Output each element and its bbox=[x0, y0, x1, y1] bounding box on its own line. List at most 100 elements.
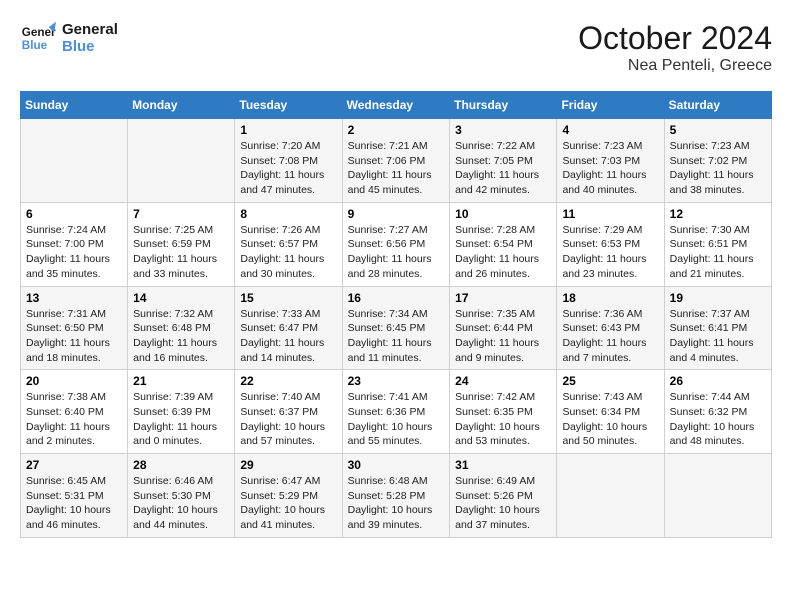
calendar-cell: 22 Sunrise: 7:40 AMSunset: 6:37 PMDayligh… bbox=[235, 370, 342, 454]
calendar-cell: 19 Sunrise: 7:37 AMSunset: 6:41 PMDayligh… bbox=[664, 286, 771, 370]
calendar-cell: 8 Sunrise: 7:26 AMSunset: 6:57 PMDaylight… bbox=[235, 202, 342, 286]
day-number: 24 bbox=[455, 374, 551, 388]
day-number: 3 bbox=[455, 123, 551, 137]
calendar-table: SundayMondayTuesdayWednesdayThursdayFrid… bbox=[20, 91, 772, 538]
day-number: 6 bbox=[26, 207, 122, 221]
day-info: Sunrise: 7:28 AMSunset: 6:54 PMDaylight:… bbox=[455, 223, 551, 282]
calendar-cell: 16Sunrise: 7:34 AMSunset: 6:45 PMDayligh… bbox=[342, 286, 450, 370]
calendar-cell bbox=[557, 454, 664, 538]
day-number: 11 bbox=[562, 207, 658, 221]
day-info: Sunrise: 7:25 AMSunset: 6:59 PMDaylight:… bbox=[133, 223, 229, 282]
calendar-cell bbox=[21, 119, 128, 203]
day-info: Sunrise: 7:36 AMSunset: 6:43 PMDaylight:… bbox=[562, 307, 658, 366]
day-number: 27 bbox=[26, 458, 122, 472]
day-info: Sunrise: 7:43 AMSunset: 6:34 PMDaylight:… bbox=[562, 390, 658, 449]
logo-text-line1: General bbox=[62, 21, 118, 38]
day-number: 20 bbox=[26, 374, 122, 388]
calendar-cell: 5Sunrise: 7:23 AMSunset: 7:02 PMDaylight… bbox=[664, 119, 771, 203]
day-info: Sunrise: 7:44 AMSunset: 6:32 PMDaylight:… bbox=[670, 390, 766, 449]
calendar-cell: 26 Sunrise: 7:44 AMSunset: 6:32 PMDayligh… bbox=[664, 370, 771, 454]
day-number: 13 bbox=[26, 291, 122, 305]
weekday-header: Thursday bbox=[450, 92, 557, 119]
logo: General Blue General Blue bbox=[20, 20, 118, 56]
day-info: Sunrise: 7:20 AMSunset: 7:08 PMDaylight:… bbox=[240, 139, 336, 198]
weekday-header: Tuesday bbox=[235, 92, 342, 119]
day-info: Sunrise: 7:40 AMSunset: 6:37 PMDaylight:… bbox=[240, 390, 336, 449]
day-info: Sunrise: 6:46 AMSunset: 5:30 PMDaylight:… bbox=[133, 474, 229, 533]
day-number: 22 bbox=[240, 374, 336, 388]
day-number: 9 bbox=[348, 207, 445, 221]
day-info: Sunrise: 6:48 AMSunset: 5:28 PMDaylight:… bbox=[348, 474, 445, 533]
weekday-header: Saturday bbox=[664, 92, 771, 119]
calendar-cell: 15 Sunrise: 7:33 AMSunset: 6:47 PMDayligh… bbox=[235, 286, 342, 370]
logo-icon: General Blue bbox=[20, 20, 56, 56]
day-info: Sunrise: 7:32 AMSunset: 6:48 PMDaylight:… bbox=[133, 307, 229, 366]
day-number: 8 bbox=[240, 207, 336, 221]
calendar-cell: 27 Sunrise: 6:45 AMSunset: 5:31 PMDayligh… bbox=[21, 454, 128, 538]
calendar-cell: 29Sunrise: 6:47 AMSunset: 5:29 PMDayligh… bbox=[235, 454, 342, 538]
day-number: 26 bbox=[670, 374, 766, 388]
calendar-cell: 6Sunrise: 7:24 AMSunset: 7:00 PMDaylight… bbox=[21, 202, 128, 286]
weekday-header: Monday bbox=[128, 92, 235, 119]
calendar-cell: 18 Sunrise: 7:36 AMSunset: 6:43 PMDayligh… bbox=[557, 286, 664, 370]
day-info: Sunrise: 6:45 AMSunset: 5:31 PMDaylight:… bbox=[26, 474, 122, 533]
calendar-week-row: 27 Sunrise: 6:45 AMSunset: 5:31 PMDayligh… bbox=[21, 454, 772, 538]
day-number: 2 bbox=[348, 123, 445, 137]
day-info: Sunrise: 7:21 AMSunset: 7:06 PMDaylight:… bbox=[348, 139, 445, 198]
day-number: 14 bbox=[133, 291, 229, 305]
day-number: 15 bbox=[240, 291, 336, 305]
day-number: 23 bbox=[348, 374, 445, 388]
calendar-cell: 11 Sunrise: 7:29 AMSunset: 6:53 PMDayligh… bbox=[557, 202, 664, 286]
calendar-cell: 20 Sunrise: 7:38 AMSunset: 6:40 PMDayligh… bbox=[21, 370, 128, 454]
day-info: Sunrise: 6:49 AMSunset: 5:26 PMDaylight:… bbox=[455, 474, 551, 533]
calendar-cell: 4Sunrise: 7:23 AMSunset: 7:03 PMDaylight… bbox=[557, 119, 664, 203]
day-number: 7 bbox=[133, 207, 229, 221]
location: Nea Penteli, Greece bbox=[578, 57, 772, 75]
svg-text:Blue: Blue bbox=[22, 39, 48, 52]
day-number: 25 bbox=[562, 374, 658, 388]
day-number: 4 bbox=[562, 123, 658, 137]
calendar-week-row: 1 Sunrise: 7:20 AMSunset: 7:08 PMDaylight… bbox=[21, 119, 772, 203]
calendar-cell: 14 Sunrise: 7:32 AMSunset: 6:48 PMDayligh… bbox=[128, 286, 235, 370]
day-number: 1 bbox=[240, 123, 336, 137]
day-info: Sunrise: 7:37 AMSunset: 6:41 PMDaylight:… bbox=[670, 307, 766, 366]
day-number: 12 bbox=[670, 207, 766, 221]
day-number: 28 bbox=[133, 458, 229, 472]
day-info: Sunrise: 7:38 AMSunset: 6:40 PMDaylight:… bbox=[26, 390, 122, 449]
day-info: Sunrise: 7:31 AMSunset: 6:50 PMDaylight:… bbox=[26, 307, 122, 366]
day-info: Sunrise: 6:47 AMSunset: 5:29 PMDaylight:… bbox=[240, 474, 336, 533]
day-info: Sunrise: 7:23 AMSunset: 7:02 PMDaylight:… bbox=[670, 139, 766, 198]
day-number: 17 bbox=[455, 291, 551, 305]
calendar-cell: 24Sunrise: 7:42 AMSunset: 6:35 PMDayligh… bbox=[450, 370, 557, 454]
calendar-week-row: 13 Sunrise: 7:31 AMSunset: 6:50 PMDayligh… bbox=[21, 286, 772, 370]
day-info: Sunrise: 7:27 AMSunset: 6:56 PMDaylight:… bbox=[348, 223, 445, 282]
day-number: 30 bbox=[348, 458, 445, 472]
title-block: October 2024 Nea Penteli, Greece bbox=[578, 20, 772, 75]
calendar-cell: 7 Sunrise: 7:25 AMSunset: 6:59 PMDaylight… bbox=[128, 202, 235, 286]
calendar-cell bbox=[664, 454, 771, 538]
calendar-cell: 2 Sunrise: 7:21 AMSunset: 7:06 PMDaylight… bbox=[342, 119, 450, 203]
day-info: Sunrise: 7:22 AMSunset: 7:05 PMDaylight:… bbox=[455, 139, 551, 198]
calendar-cell: 17Sunrise: 7:35 AMSunset: 6:44 PMDayligh… bbox=[450, 286, 557, 370]
calendar-cell bbox=[128, 119, 235, 203]
calendar-cell: 9 Sunrise: 7:27 AMSunset: 6:56 PMDaylight… bbox=[342, 202, 450, 286]
day-info: Sunrise: 7:30 AMSunset: 6:51 PMDaylight:… bbox=[670, 223, 766, 282]
calendar-cell: 12 Sunrise: 7:30 AMSunset: 6:51 PMDayligh… bbox=[664, 202, 771, 286]
weekday-header: Friday bbox=[557, 92, 664, 119]
calendar-cell: 10Sunrise: 7:28 AMSunset: 6:54 PMDayligh… bbox=[450, 202, 557, 286]
calendar-cell: 13 Sunrise: 7:31 AMSunset: 6:50 PMDayligh… bbox=[21, 286, 128, 370]
day-number: 16 bbox=[348, 291, 445, 305]
calendar-cell: 21 Sunrise: 7:39 AMSunset: 6:39 PMDayligh… bbox=[128, 370, 235, 454]
day-info: Sunrise: 7:26 AMSunset: 6:57 PMDaylight:… bbox=[240, 223, 336, 282]
day-number: 18 bbox=[562, 291, 658, 305]
day-number: 19 bbox=[670, 291, 766, 305]
calendar-cell: 28 Sunrise: 6:46 AMSunset: 5:30 PMDayligh… bbox=[128, 454, 235, 538]
day-number: 21 bbox=[133, 374, 229, 388]
day-number: 31 bbox=[455, 458, 551, 472]
calendar-week-row: 20 Sunrise: 7:38 AMSunset: 6:40 PMDayligh… bbox=[21, 370, 772, 454]
day-info: Sunrise: 7:33 AMSunset: 6:47 PMDaylight:… bbox=[240, 307, 336, 366]
calendar-week-row: 6Sunrise: 7:24 AMSunset: 7:00 PMDaylight… bbox=[21, 202, 772, 286]
weekday-header: Wednesday bbox=[342, 92, 450, 119]
day-info: Sunrise: 7:39 AMSunset: 6:39 PMDaylight:… bbox=[133, 390, 229, 449]
day-info: Sunrise: 7:29 AMSunset: 6:53 PMDaylight:… bbox=[562, 223, 658, 282]
